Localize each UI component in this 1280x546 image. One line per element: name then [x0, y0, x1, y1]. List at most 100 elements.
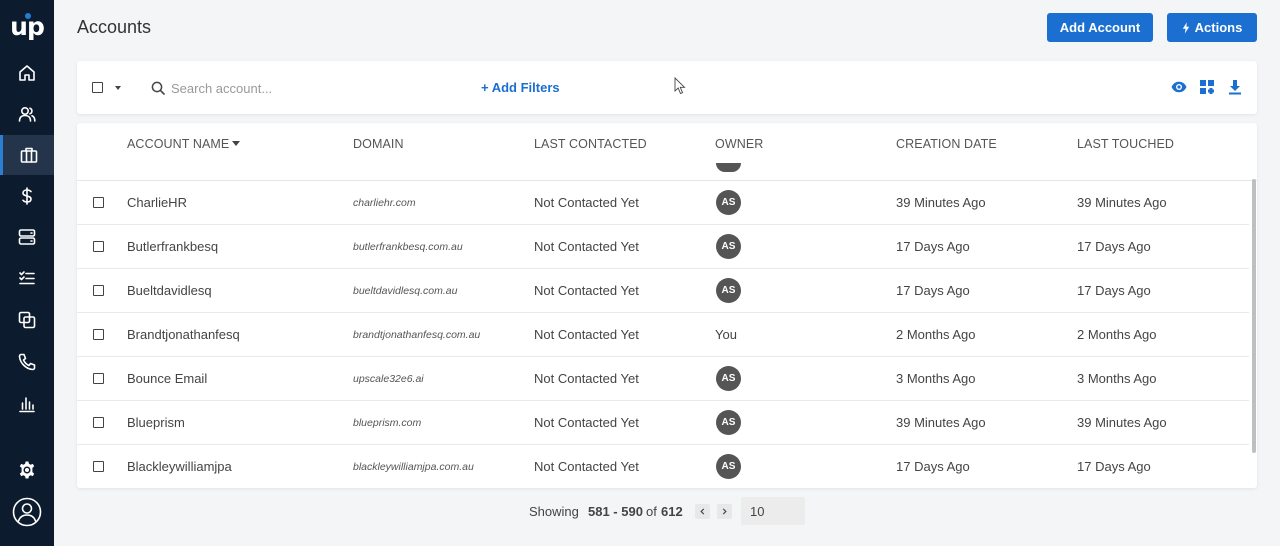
add-filters-link[interactable]: + Add Filters: [481, 80, 560, 95]
creation-date-value: 3 Months Ago: [896, 371, 976, 386]
creation-date-value: 2 Months Ago: [896, 327, 976, 342]
phone-icon: [18, 353, 36, 371]
profile-icon: [12, 497, 42, 527]
column-header-owner[interactable]: OWNER: [715, 137, 763, 151]
logo-dot: [25, 13, 31, 19]
sidebar-item-deals[interactable]: [0, 176, 54, 216]
account-name-link[interactable]: Blackleywilliamjpa: [127, 459, 232, 474]
column-header-last-contacted[interactable]: LAST CONTACTED: [534, 137, 647, 151]
column-header-account-name[interactable]: ACCOUNT NAME: [127, 137, 241, 151]
accounts-table: ACCOUNT NAME DOMAIN LAST CONTACTED OWNER…: [77, 123, 1257, 488]
table-row[interactable]: Butlerfrankbesq butlerfrankbesq.com.au Not…: [77, 225, 1249, 269]
sidebar-item-profile[interactable]: [0, 491, 54, 533]
dollar-icon: [22, 187, 32, 205]
account-name-link[interactable]: Bueltdavidlesq: [127, 283, 212, 298]
last-contacted-value: Not Contacted Yet: [534, 239, 639, 254]
last-touched-value: 17 Days Ago: [1077, 459, 1151, 474]
last-contacted-value: Not Contacted Yet: [534, 327, 639, 342]
owner-name: You: [715, 327, 737, 342]
account-name-link[interactable]: Blueprism: [127, 415, 185, 430]
pagination-showing-label: Showing: [529, 504, 579, 519]
last-touched-value: 39 Minutes Ago: [1077, 195, 1167, 210]
row-checkbox[interactable]: [93, 329, 104, 340]
table-row[interactable]: Blackleywilliamjpa blackleywilliamjpa.com…: [77, 445, 1249, 488]
lightning-icon: [1182, 21, 1189, 34]
sidebar-item-calls[interactable]: [0, 342, 54, 382]
account-domain: blueprism.com: [353, 417, 422, 429]
sidebar-item-contacts[interactable]: [0, 94, 54, 134]
table-scrollbar[interactable]: [1252, 179, 1256, 453]
creation-date-value: 39 Minutes Ago: [896, 415, 986, 430]
account-domain: brandtjonathanfesq.com.au: [353, 329, 481, 341]
last-contacted-value: Not Contacted Yet: [534, 459, 639, 474]
add-account-button[interactable]: Add Account: [1047, 13, 1153, 42]
sidebar-item-tasks[interactable]: [0, 258, 54, 298]
column-header-domain[interactable]: DOMAIN: [353, 137, 404, 151]
row-checkbox[interactable]: [93, 241, 104, 252]
select-all-checkbox[interactable]: [92, 82, 103, 93]
account-domain: upscale32e6.ai: [353, 373, 424, 385]
account-name-link[interactable]: CharlieHR: [127, 195, 187, 210]
last-touched-value: 3 Months Ago: [1077, 371, 1157, 386]
sidebar-item-accounts[interactable]: [0, 135, 54, 175]
search-input[interactable]: [171, 77, 371, 99]
sidebar-item-reports[interactable]: [0, 384, 54, 424]
next-page-button[interactable]: [717, 504, 732, 519]
eye-icon[interactable]: [1171, 79, 1187, 95]
tasks-icon: [19, 271, 35, 285]
creation-date-value: 39 Minutes Ago: [896, 195, 986, 210]
chevron-right-icon: [722, 508, 727, 515]
mouse-cursor-icon: [674, 77, 686, 95]
table-row[interactable]: Bueltdavidlesq bueltdavidlesq.com.au Not C…: [77, 269, 1249, 313]
search-icon: [151, 81, 165, 95]
last-touched-value: 17 Days Ago: [1077, 239, 1151, 254]
account-name-link[interactable]: Butlerfrankbesq: [127, 239, 218, 254]
templates-icon: [18, 311, 36, 329]
select-menu-chevron-down-icon[interactable]: [115, 86, 121, 90]
sidebar-item-home[interactable]: [0, 53, 54, 93]
sidebar-item-settings[interactable]: [0, 450, 54, 490]
actions-label: Actions: [1194, 20, 1243, 35]
sidebar-item-sequences[interactable]: [0, 217, 54, 257]
pagination-total: 612: [661, 504, 683, 519]
columns-grid-icon[interactable]: [1199, 79, 1215, 95]
last-touched-value: 2 Months Ago: [1077, 327, 1157, 342]
column-header-last-touched[interactable]: LAST TOUCHED: [1077, 137, 1174, 151]
row-checkbox[interactable]: [93, 197, 104, 208]
previous-page-button[interactable]: [695, 504, 710, 519]
add-account-label: Add Account: [1059, 20, 1141, 35]
contacts-icon: [18, 106, 36, 122]
briefcase-icon: [20, 147, 37, 163]
row-checkbox[interactable]: [93, 373, 104, 384]
app-logo[interactable]: up: [0, 12, 54, 44]
owner-avatar: AS: [716, 234, 741, 259]
page-title: Accounts: [77, 17, 152, 37]
last-contacted-value: Not Contacted Yet: [534, 371, 639, 386]
table-row[interactable]: Bounce Email upscale32e6.ai Not Contacted …: [77, 357, 1249, 401]
page-size-select[interactable]: 10: [741, 497, 805, 525]
table-row[interactable]: CharlieHR charliehr.com Not Contacted Yet A…: [77, 181, 1249, 225]
actions-button[interactable]: Actions: [1167, 13, 1257, 42]
row-checkbox[interactable]: [93, 461, 104, 472]
pagination-of-label: of: [646, 504, 657, 519]
account-name-link[interactable]: Brandtjonathanfesq: [127, 327, 240, 342]
owner-avatar: AS: [716, 278, 741, 303]
download-icon[interactable]: [1227, 79, 1243, 95]
sequences-icon: [18, 229, 36, 245]
owner-avatar: AS: [716, 410, 741, 435]
account-name-link[interactable]: Bounce Email: [127, 371, 207, 386]
account-domain: bueltdavidlesq.com.au: [353, 285, 458, 297]
last-contacted-value: Not Contacted Yet: [534, 195, 639, 210]
table-row[interactable]: Brandtjonathanfesq brandtjonathanfesq.com…: [77, 313, 1249, 357]
table-row[interactable]: Blueprism blueprism.com Not Contacted Yet A…: [77, 401, 1249, 445]
filter-bar: + Add Filters: [77, 61, 1257, 114]
column-header-creation-date[interactable]: CREATION DATE: [896, 137, 997, 151]
sidebar-item-templates[interactable]: [0, 300, 54, 340]
row-checkbox[interactable]: [93, 285, 104, 296]
creation-date-value: 17 Days Ago: [896, 459, 970, 474]
table-header: ACCOUNT NAME DOMAIN LAST CONTACTED OWNER…: [77, 123, 1257, 181]
row-checkbox[interactable]: [93, 417, 104, 428]
owner-avatar: AS: [716, 454, 741, 479]
owner-avatar: AS: [716, 190, 741, 215]
settings-icon: [19, 461, 35, 479]
